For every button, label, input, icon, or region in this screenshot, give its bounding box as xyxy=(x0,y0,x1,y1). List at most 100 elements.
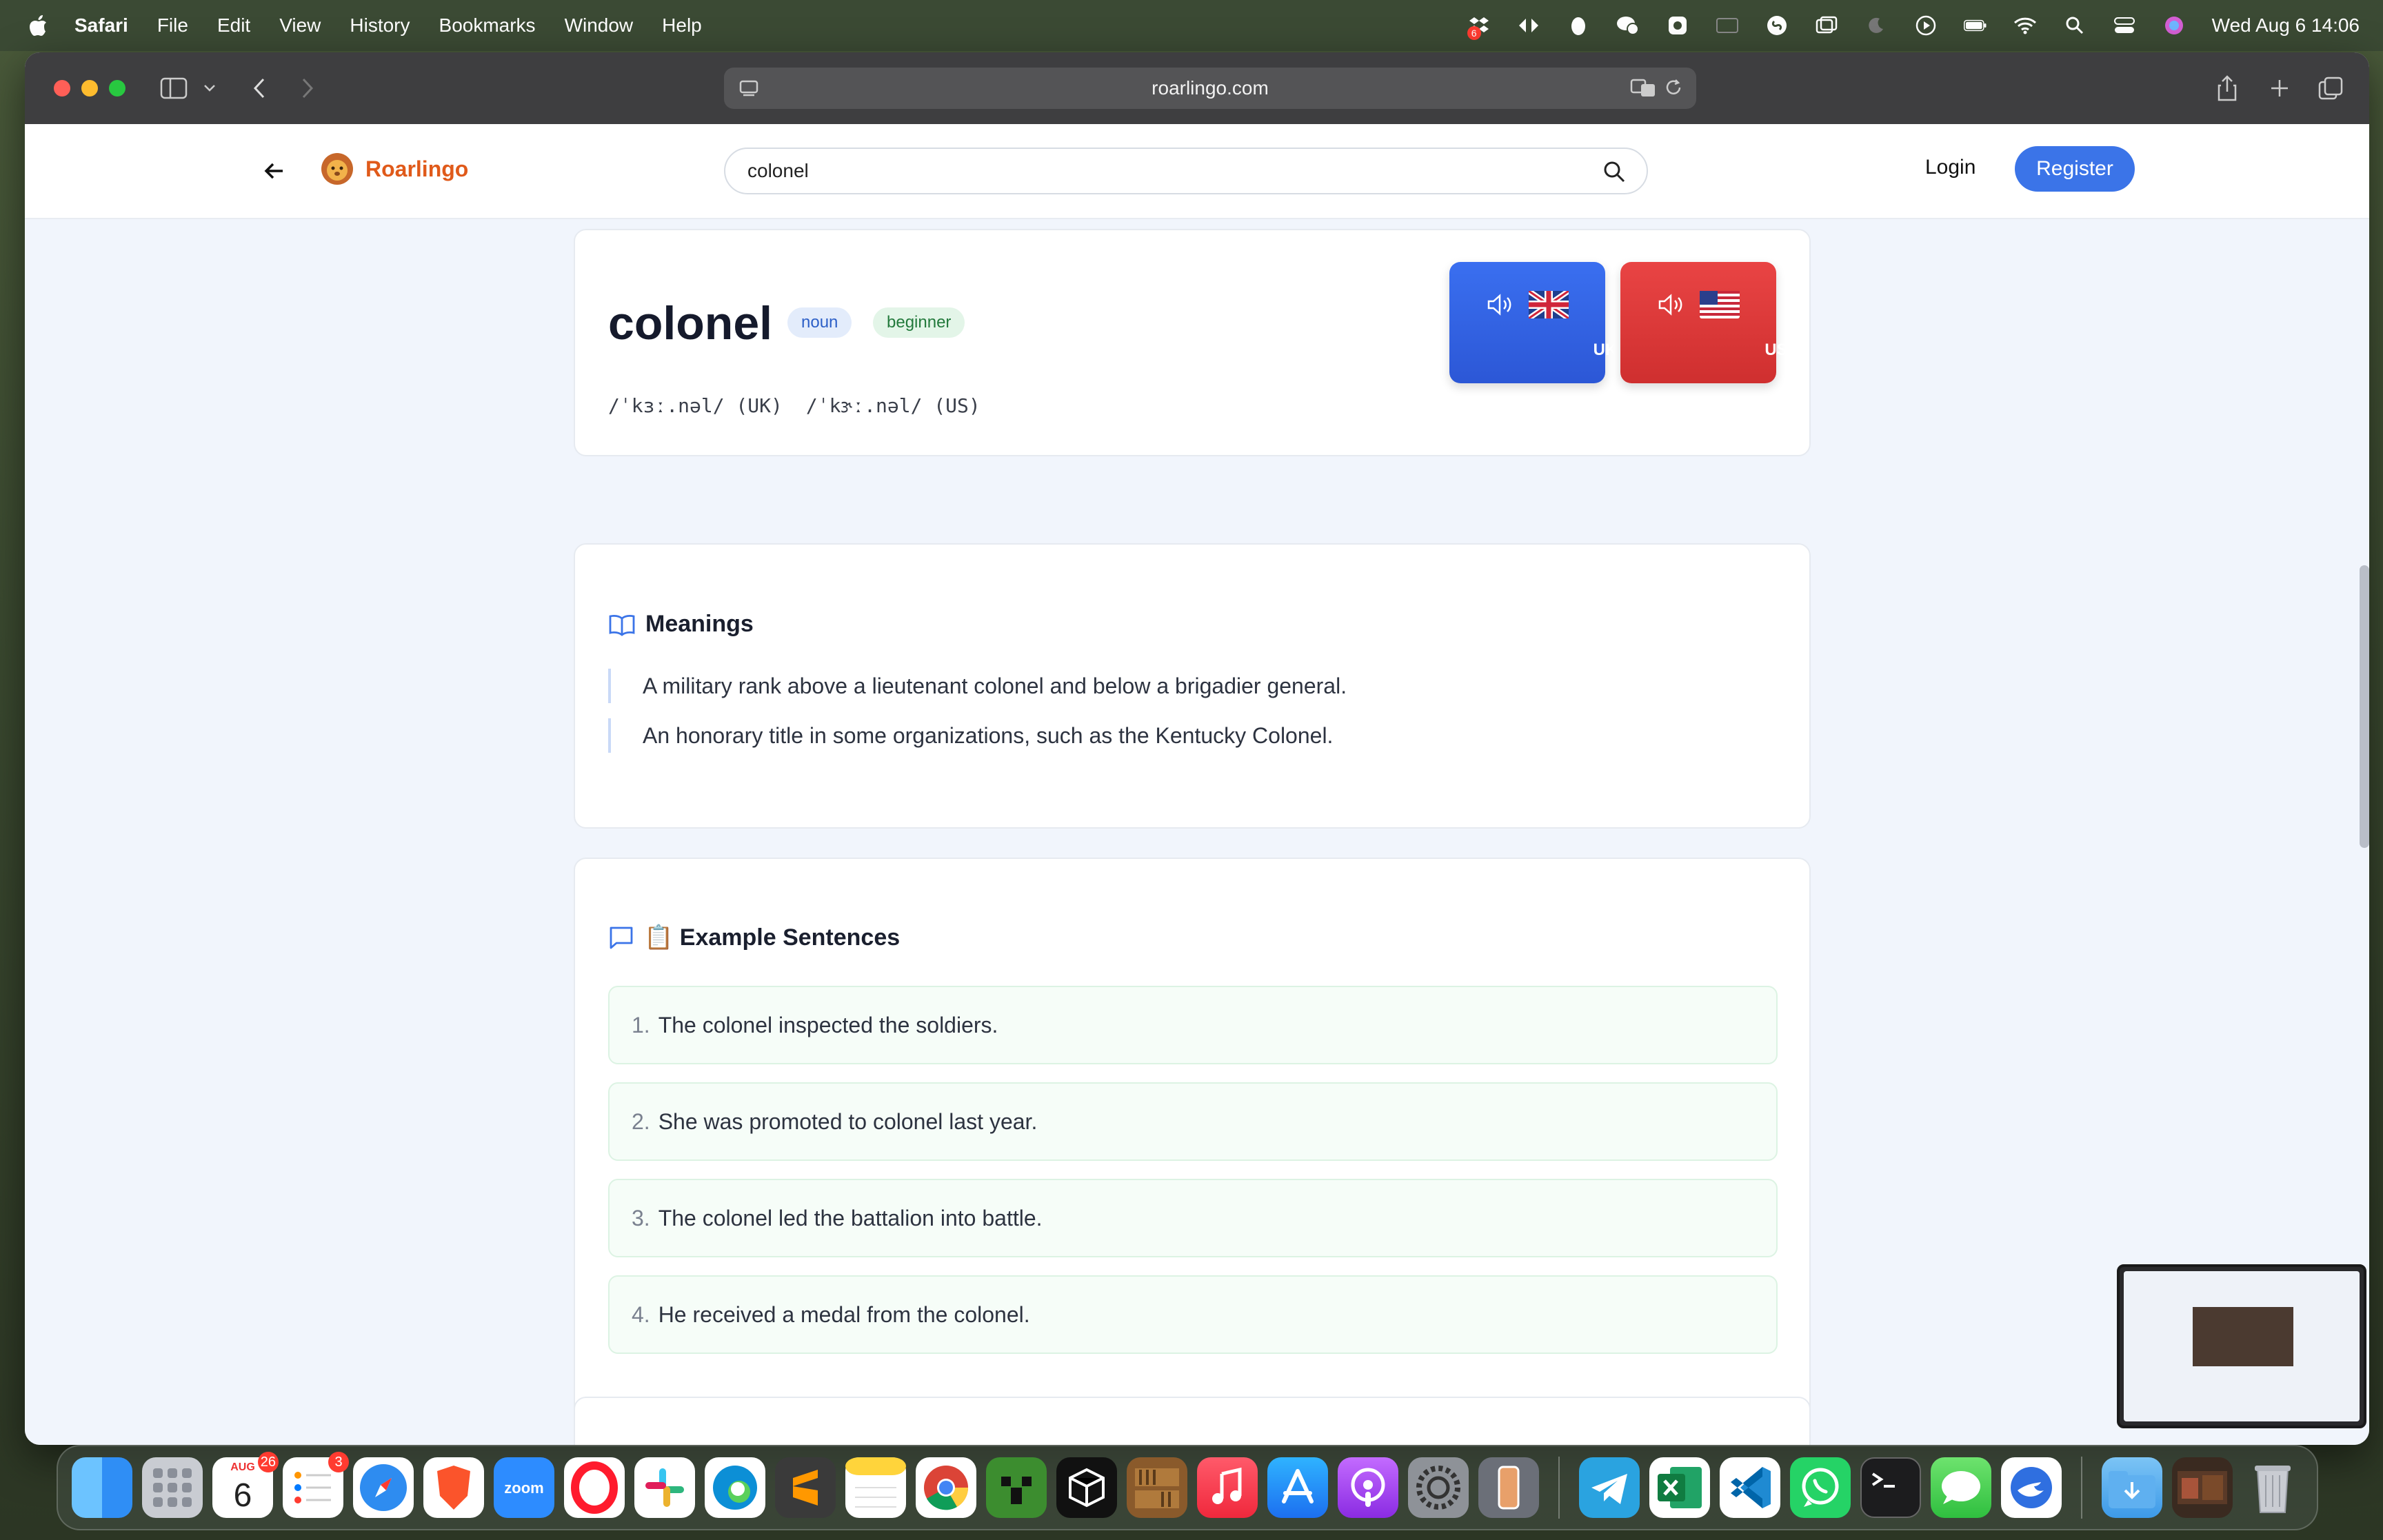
word-title: colonel xyxy=(608,297,773,349)
minimize-window-button[interactable] xyxy=(81,80,98,97)
menu-edit[interactable]: Edit xyxy=(217,14,250,37)
notes-app-icon[interactable] xyxy=(845,1457,906,1518)
minecraft-app-icon[interactable] xyxy=(986,1457,1047,1518)
ipa-uk: /ˈkɜː.nəl/ (UK) xyxy=(608,394,783,417)
messages-app-icon[interactable] xyxy=(1931,1457,1991,1518)
edge-app-icon[interactable] xyxy=(705,1457,765,1518)
calendar-app-icon[interactable]: AUG 6 26 xyxy=(212,1452,279,1518)
moon-status-icon[interactable] xyxy=(1864,14,1888,37)
vscode-app-icon[interactable] xyxy=(1720,1457,1780,1518)
play-status-icon[interactable] xyxy=(1914,14,1938,37)
window-status-icon[interactable] xyxy=(1815,14,1838,37)
uk-pronunciation-button[interactable]: UK xyxy=(1449,262,1617,383)
menu-view[interactable]: View xyxy=(279,14,321,37)
forward-nav-icon[interactable] xyxy=(294,73,321,103)
egg-status-icon[interactable] xyxy=(1567,14,1590,37)
telegram-app-icon[interactable] xyxy=(1579,1457,1640,1518)
cube-app-icon[interactable] xyxy=(1056,1457,1117,1518)
control-center-icon[interactable] xyxy=(2113,14,2136,37)
zoom-window-button[interactable] xyxy=(109,80,125,97)
page-scrollbar[interactable] xyxy=(2360,565,2369,848)
meanings-title: Meanings xyxy=(645,611,754,637)
close-window-button[interactable] xyxy=(54,80,70,97)
gear-status-icon[interactable] xyxy=(1666,14,1689,37)
chrome-app-icon[interactable] xyxy=(916,1457,976,1518)
menu-clock[interactable]: Wed Aug 6 14:06 xyxy=(2212,14,2360,37)
terminal-app-icon[interactable] xyxy=(1860,1457,1921,1518)
search-input[interactable] xyxy=(746,159,1562,183)
menu-app-safari[interactable]: Safari xyxy=(74,14,128,37)
shazam-status-icon[interactable] xyxy=(1765,14,1789,37)
opera-app-icon[interactable] xyxy=(564,1457,625,1518)
register-button[interactable]: Register xyxy=(2015,146,2135,192)
downloads-folder-icon[interactable] xyxy=(2102,1457,2162,1518)
share-icon[interactable] xyxy=(2213,73,2241,103)
zoom-app-icon[interactable]: zoom xyxy=(494,1457,554,1518)
transfer-status-icon[interactable] xyxy=(1517,14,1540,37)
battery-icon[interactable] xyxy=(1963,14,1987,37)
app-store-icon[interactable] xyxy=(1267,1457,1328,1518)
screenshot-thumbnail[interactable] xyxy=(2117,1264,2366,1428)
new-tab-icon[interactable] xyxy=(2266,73,2293,103)
menu-history[interactable]: History xyxy=(350,14,410,37)
search-icon[interactable] xyxy=(1602,160,1626,183)
display-status-icon[interactable] xyxy=(1716,14,1739,37)
iphone-mirroring-app-icon[interactable] xyxy=(1478,1457,1539,1518)
dropbox-status-icon[interactable]: 6 xyxy=(1467,14,1491,40)
reminders-app-icon[interactable]: 3 xyxy=(283,1452,349,1518)
spotlight-icon[interactable] xyxy=(2063,14,2087,37)
back-nav-icon[interactable] xyxy=(245,73,273,103)
lion-logo-icon xyxy=(321,153,353,185)
siri-icon[interactable] xyxy=(2162,14,2186,37)
menu-help[interactable]: Help xyxy=(662,14,702,37)
excel-app-icon[interactable] xyxy=(1649,1457,1710,1518)
menu-file[interactable]: File xyxy=(157,14,188,37)
music-app-icon[interactable] xyxy=(1197,1457,1258,1518)
example-item: 1. The colonel inspected the soldiers. xyxy=(608,986,1778,1064)
brave-app-icon[interactable] xyxy=(423,1457,484,1518)
address-bar[interactable]: roarlingo.com xyxy=(724,68,1696,109)
dock-separator xyxy=(2081,1457,2082,1519)
us-flag-icon xyxy=(1700,291,1740,318)
example-number: 2. xyxy=(632,1108,650,1134)
example-item: 2. She was promoted to colonel last year… xyxy=(608,1082,1778,1161)
example-number: 1. xyxy=(632,1012,650,1037)
sidebar-dropdown-chevron-icon[interactable] xyxy=(201,73,218,103)
wechat-status-icon[interactable] xyxy=(1616,14,1640,37)
system-settings-app-icon[interactable] xyxy=(1408,1457,1469,1518)
site-header: Roarlingo Login Register xyxy=(25,124,2369,219)
us-pronunciation-button[interactable]: US xyxy=(1620,262,1788,383)
sidebar-toggle-icon[interactable] xyxy=(159,73,189,103)
menu-bar: Safari File Edit View History Bookmarks … xyxy=(0,0,2383,51)
slack-app-icon[interactable] xyxy=(634,1457,695,1518)
zoom-label: zoom xyxy=(504,1479,544,1497)
wifi-icon[interactable] xyxy=(2013,14,2037,37)
finder-app-icon[interactable] xyxy=(72,1457,132,1518)
example-text: He received a medal from the colonel. xyxy=(658,1301,1030,1327)
speaker-icon xyxy=(1487,294,1511,316)
sublime-app-icon[interactable] xyxy=(775,1457,836,1518)
menu-window[interactable]: Window xyxy=(565,14,634,37)
address-url[interactable]: roarlingo.com xyxy=(1152,77,1269,99)
dock: AUG 6 26 3 zoom xyxy=(57,1445,2318,1530)
page-settings-icon[interactable] xyxy=(738,77,760,104)
back-arrow-icon[interactable] xyxy=(261,157,288,185)
login-link[interactable]: Login xyxy=(1925,156,1975,179)
tab-overview-icon[interactable] xyxy=(2315,73,2346,103)
trash-icon[interactable] xyxy=(2242,1457,2303,1518)
translate-icon[interactable] xyxy=(1630,77,1656,104)
reload-icon[interactable] xyxy=(1663,77,1684,103)
launchpad-app-icon[interactable] xyxy=(142,1457,203,1518)
apple-menu-icon[interactable] xyxy=(28,14,48,37)
whatsapp-app-icon[interactable] xyxy=(1790,1457,1851,1518)
bookshelf-app-icon[interactable] xyxy=(1127,1457,1187,1518)
menu-bookmarks[interactable]: Bookmarks xyxy=(439,14,536,37)
bluebird-app-icon[interactable] xyxy=(2001,1457,2062,1518)
examples-heading: 📋 Example Sentences xyxy=(608,924,900,951)
examples-card: 📋 Example Sentences 1. The colonel inspe… xyxy=(574,858,1811,1445)
safari-app-icon[interactable] xyxy=(353,1457,414,1518)
site-logo[interactable]: Roarlingo xyxy=(320,152,468,186)
example-item: 3. The colonel led the battalion into ba… xyxy=(608,1179,1778,1257)
recent-image-stack-icon[interactable] xyxy=(2172,1457,2233,1518)
podcasts-app-icon[interactable] xyxy=(1338,1457,1398,1518)
